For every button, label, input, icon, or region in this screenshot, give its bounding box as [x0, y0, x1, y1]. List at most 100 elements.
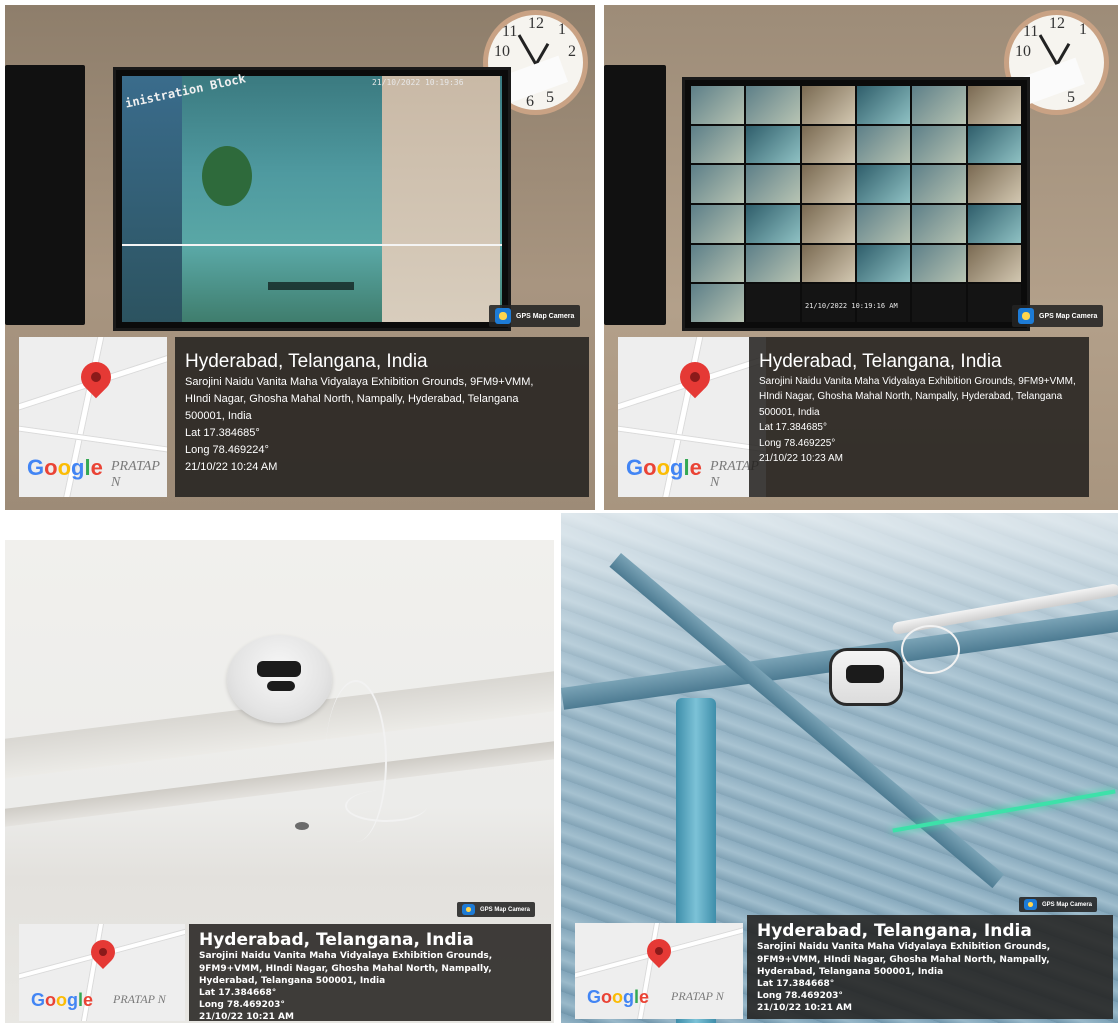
- clock-number: 10: [494, 43, 510, 60]
- clock-number: 12: [1049, 15, 1065, 32]
- google-logo: Google: [27, 455, 103, 480]
- longitude: Long 78.469203°: [199, 999, 285, 1010]
- gps-camera-badge: GPS Map Camera: [1012, 305, 1104, 327]
- address-line: HIndi Nagar, Ghosha Mahal North, Nampall…: [185, 392, 519, 405]
- camera-tile: [746, 165, 800, 203]
- clock-number: 5: [546, 89, 554, 106]
- gps-badge-label: GPS Map Camera: [1042, 901, 1093, 908]
- latitude: Lat 17.384685°: [759, 422, 827, 434]
- latitude: Lat 17.384685°: [185, 426, 260, 439]
- gps-camera-icon: [1018, 308, 1034, 324]
- location-pin-dot: [655, 947, 663, 955]
- address-line: 500001, India: [185, 409, 252, 422]
- camera-tile: [746, 244, 800, 283]
- city-title: Hyderabad, Telangana, India: [757, 921, 1032, 941]
- photo-bullet-camera: GPS Map Camera Google PRATAP N Hyderabad…: [561, 513, 1118, 1023]
- camera-tile: [912, 125, 966, 164]
- gps-camera-badge: GPS Map Camera: [457, 902, 536, 917]
- location-map: Google PRATAP N: [19, 924, 185, 1021]
- clock-number: 12: [528, 15, 544, 32]
- camera-tile: [691, 125, 745, 164]
- photo-monitor-single-view: 11 12 1 2 10 5 6 inistration Block 21/10…: [5, 5, 595, 510]
- photo-monitor-grid-view: 11 12 1 10 5 21/10/2022 10:19:16 AM GPS …: [604, 5, 1118, 510]
- camera-lens: [257, 661, 301, 677]
- timestamp: 21/10/22 10:21 AM: [199, 1012, 294, 1023]
- camera-tile: [912, 244, 966, 283]
- side-monitor: [5, 65, 85, 325]
- location-pin-dot: [99, 948, 107, 956]
- screen-line: [122, 244, 502, 246]
- longitude: Long 78.469203°: [757, 990, 843, 1001]
- photo-dome-camera: GPS Map Camera Google PRATAP N Hyderabad…: [5, 540, 554, 1023]
- map-road: [618, 424, 766, 456]
- gps-camera-icon: [495, 308, 511, 324]
- camera-tile: [746, 284, 800, 322]
- address-line: Sarojini Naidu Vanita Maha Vidyalaya Exh…: [759, 375, 1076, 387]
- address-line: Sarojini Naidu Vanita Maha Vidyalaya Exh…: [199, 951, 493, 962]
- camera-tile: [912, 86, 966, 124]
- city-title: Hyderabad, Telangana, India: [759, 351, 1002, 372]
- camera-cable: [345, 790, 427, 822]
- location-pin-dot: [690, 372, 700, 382]
- camera-tile: [691, 284, 745, 322]
- camera-tile: [967, 125, 1021, 164]
- gps-camera-icon: [462, 904, 475, 915]
- gps-camera-badge: GPS Map Camera: [1019, 897, 1098, 912]
- location-info-panel: Hyderabad, Telangana, India Sarojini Nai…: [175, 337, 589, 497]
- gps-camera-badge: GPS Map Camera: [489, 305, 581, 327]
- cctv-grid: [691, 86, 1021, 322]
- playback-toolbar: [268, 282, 354, 290]
- osd-timestamp: 21/10/2022 10:19:16 AM: [805, 302, 898, 310]
- location-map: Google PRATAP N: [19, 337, 167, 497]
- camera-tile: [801, 165, 855, 203]
- watermark-logo: PRATAP N: [111, 459, 160, 490]
- camera-tile: [801, 205, 855, 243]
- camera-tile: [967, 165, 1021, 203]
- timestamp: 21/10/22 10:23 AM: [759, 453, 843, 465]
- camera-tile: [691, 205, 745, 243]
- camera-tile: [967, 244, 1021, 283]
- watermark-logo: PRATAP N: [113, 992, 166, 1006]
- address-line: Sarojini Naidu Vanita Maha Vidyalaya Exh…: [185, 375, 534, 388]
- latitude: Lat 17.384668°: [199, 987, 277, 998]
- longitude: Long 78.469225°: [759, 437, 836, 449]
- clock-number: 10: [1015, 43, 1031, 60]
- address-line: Hyderabad, Telangana 500001, India: [199, 975, 386, 986]
- camera-tile: [967, 86, 1021, 124]
- camera-tile: [691, 86, 745, 124]
- google-logo: Google: [31, 990, 94, 1010]
- camera-tile: [967, 205, 1021, 243]
- osd-timestamp: 21/10/2022 10:19:36: [372, 78, 464, 87]
- camera-tile: [856, 125, 911, 164]
- timestamp: 21/10/22 10:24 AM: [185, 461, 278, 474]
- dome-camera: [227, 635, 332, 723]
- address-line: HIndi Nagar, Ghosha Mahal North, Nampall…: [759, 391, 1063, 403]
- latitude: Lat 17.384668°: [757, 978, 835, 989]
- cctv-monitor: inistration Block 21/10/2022 10:19:36: [113, 67, 511, 331]
- bullet-camera: [829, 648, 903, 706]
- address-line: 9FM9+VMM, HIndi Nagar, Ghosha Mahal Nort…: [757, 954, 1050, 965]
- clock-number: 5: [1067, 89, 1075, 106]
- gps-badge-label: GPS Map Camera: [516, 312, 575, 320]
- location-map: Google PRATAP N: [618, 337, 766, 497]
- camera-tile: [801, 125, 855, 164]
- clock-number: 11: [502, 23, 518, 40]
- clock-number: 2: [568, 43, 576, 60]
- address-line: 500001, India: [759, 406, 820, 418]
- camera-tile: [691, 244, 745, 283]
- camera-tile: [856, 244, 911, 283]
- camera-tile: [856, 165, 911, 203]
- corridor-wall: [382, 76, 500, 322]
- camera-tile: [746, 125, 800, 164]
- camera-tile: [912, 205, 966, 243]
- location-map: Google PRATAP N: [575, 923, 743, 1019]
- camera-tile: [801, 244, 855, 283]
- location-pin-dot: [91, 372, 101, 382]
- camera-cable: [901, 625, 960, 674]
- city-title: Hyderabad, Telangana, India: [185, 351, 428, 372]
- google-logo: Google: [587, 987, 650, 1007]
- cctv-monitor: 21/10/2022 10:19:16 AM: [682, 77, 1030, 331]
- longitude: Long 78.469224°: [185, 443, 269, 456]
- map-road: [19, 424, 167, 456]
- watermark-logo: PRATAP N: [671, 989, 724, 1003]
